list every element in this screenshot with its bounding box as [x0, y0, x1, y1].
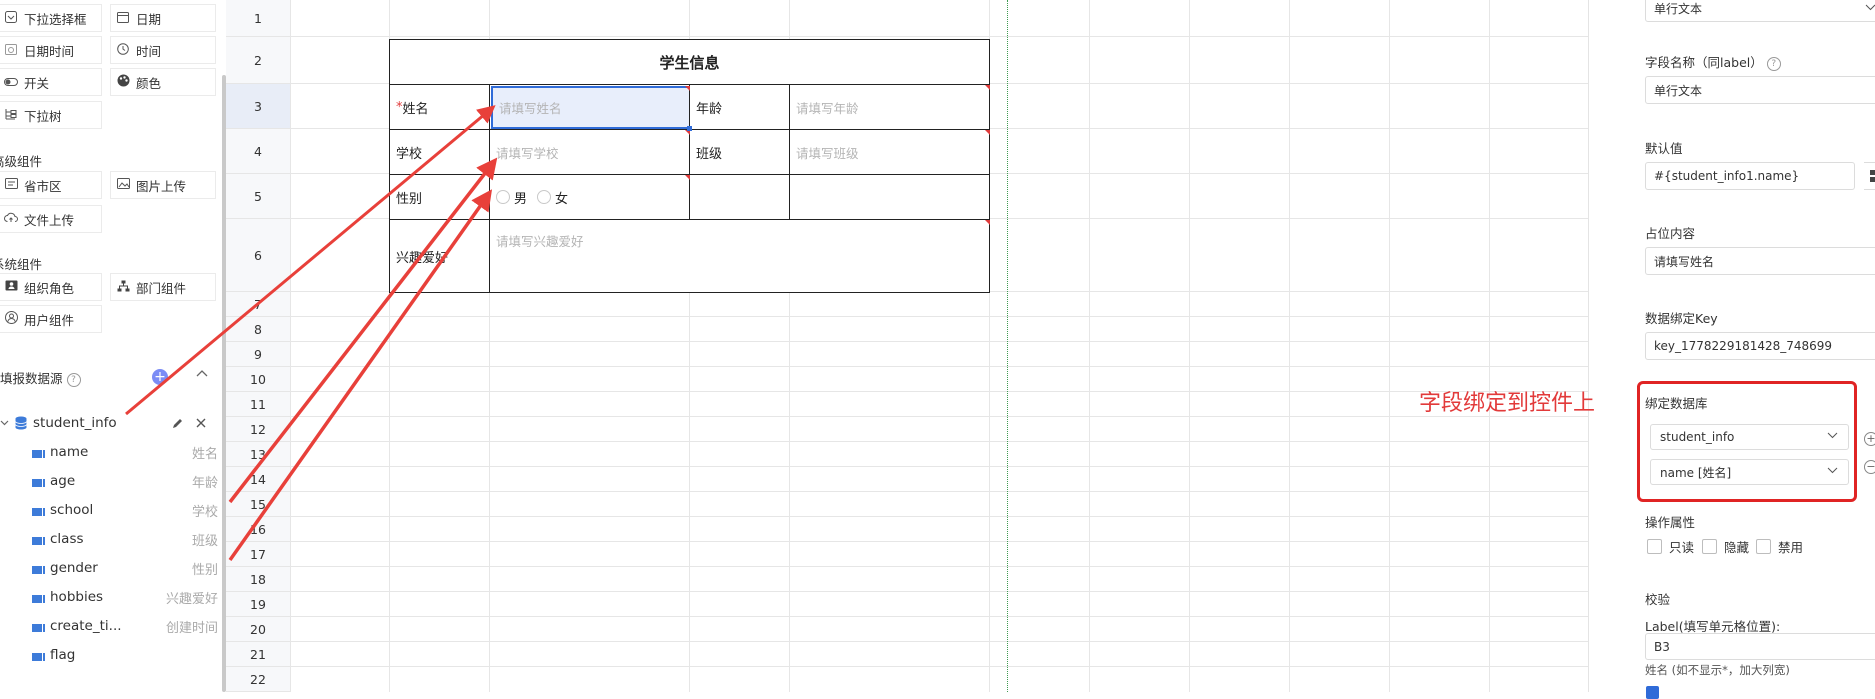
arrow-name [125, 105, 496, 416]
annotation-arrows [125, 105, 498, 562]
arrow-gender [228, 189, 493, 562]
arrow-school [228, 157, 498, 504]
